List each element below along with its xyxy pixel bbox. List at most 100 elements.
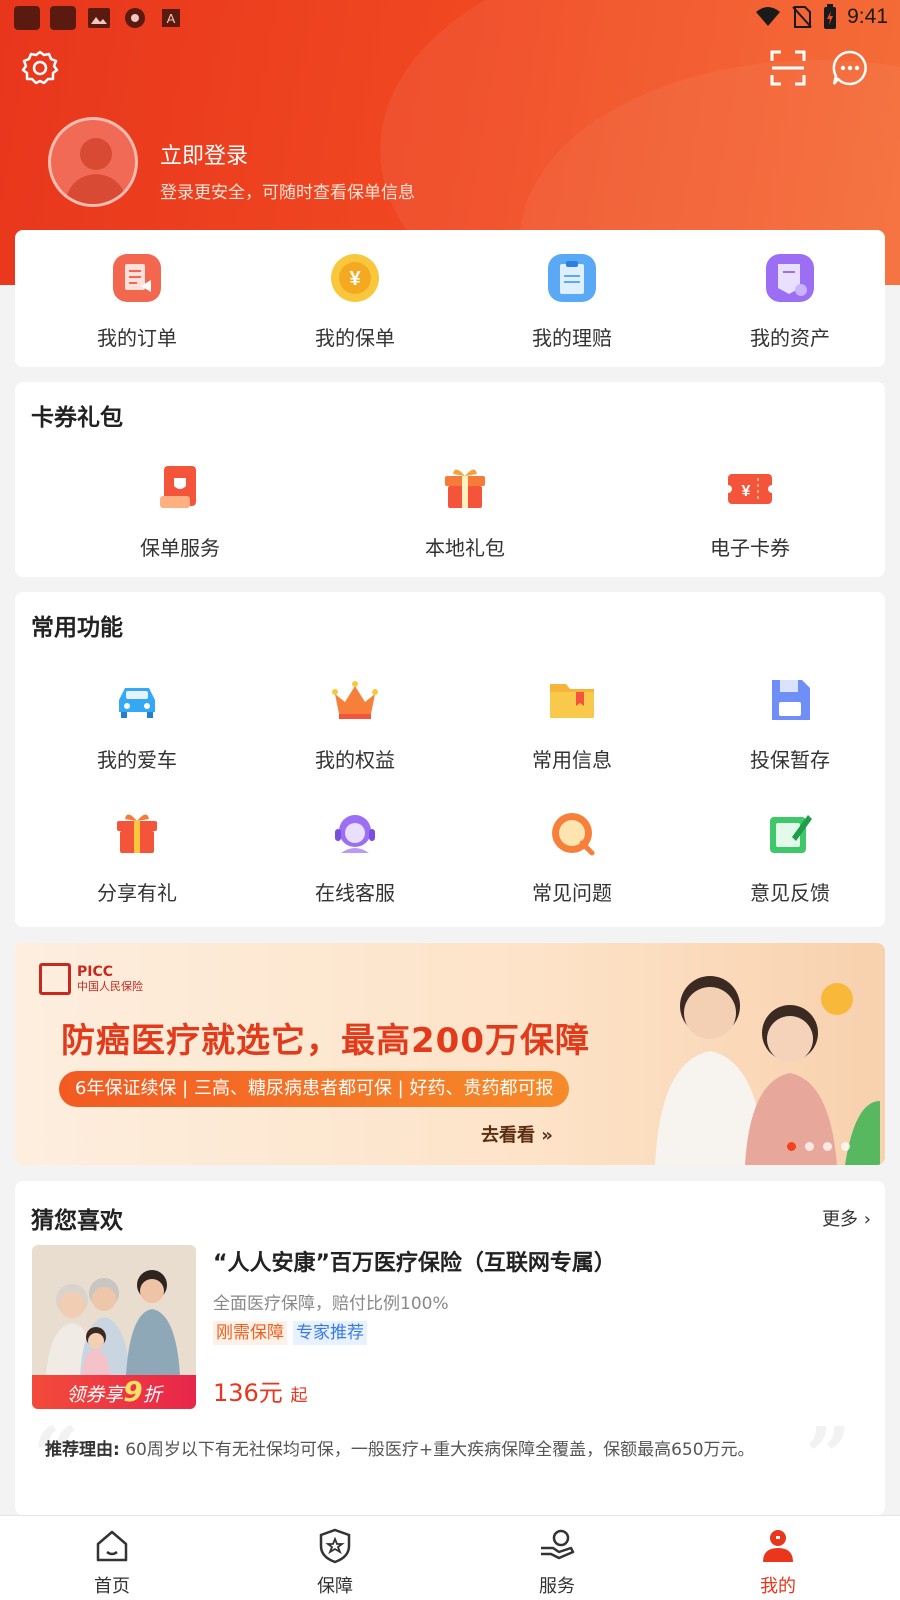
notification-icon: [50, 6, 76, 30]
coupons-card: 卡券礼包 保单服务 本地礼包 ¥ 电子卡券: [15, 382, 885, 577]
text-icon: A: [158, 6, 184, 30]
function-item-label: 我的爱车: [97, 748, 177, 772]
asset-icon: [766, 254, 814, 302]
product-tag: 专家推荐: [293, 1321, 367, 1345]
svg-text:A: A: [167, 11, 176, 26]
battery-icon: [824, 4, 837, 29]
function-item-faq[interactable]: 常见问题: [482, 807, 662, 906]
tab-service[interactable]: 服务: [497, 1526, 617, 1598]
status-bar: A 9:41: [0, 0, 900, 36]
coupon-badge: 领券享9折: [32, 1375, 196, 1409]
functions-card: 常用功能 我的爱车 我的权益 常用信息 投保暂存 分享有礼 在线客服 常见问题 …: [15, 592, 885, 927]
tab-label: 我的: [760, 1576, 796, 1597]
feedback-icon: [770, 815, 812, 853]
quick-item-label: 我的保单: [315, 326, 395, 350]
policy-coin-icon: ¥: [331, 254, 379, 302]
quick-item-orders[interactable]: 我的订单: [47, 252, 227, 351]
picc-logo: PICC 中国人民保险: [39, 963, 143, 995]
product-description: 全面医疗保障，赔付比例100%: [213, 1294, 449, 1314]
scan-icon[interactable]: [768, 48, 808, 88]
svg-text:¥: ¥: [349, 268, 361, 290]
banner-people-image: [655, 976, 880, 1165]
coupon-item-label: 电子卡券: [710, 536, 790, 560]
recommend-card: 猜您喜欢 更多 › 领券享9折 “人人安康”百万医疗保险（互联网专属） 全面医疗…: [15, 1181, 885, 1515]
settings-gear-icon[interactable]: [20, 48, 60, 88]
function-item-label: 投保暂存: [750, 748, 830, 772]
message-icon[interactable]: [830, 48, 870, 88]
recommend-reason: 推荐理由: 60周岁以下有无社保均可保，一般医疗+重大疾病保障全覆盖，保额最高6…: [45, 1440, 755, 1460]
login-subtitle: 登录更安全，可随时查看保单信息: [160, 183, 415, 203]
claim-icon: [548, 254, 596, 302]
quick-item-claims[interactable]: 我的理赔: [482, 252, 662, 351]
function-item-label: 常用信息: [532, 748, 612, 772]
function-item-common-info[interactable]: 常用信息: [482, 674, 662, 773]
more-link[interactable]: 更多 ›: [822, 1205, 871, 1231]
coupon-item-label: 本地礼包: [425, 536, 505, 560]
function-item-label: 常见问题: [532, 881, 612, 905]
quick-item-assets[interactable]: 我的资产: [700, 252, 880, 351]
faq-icon: [552, 813, 595, 856]
function-item-my-car[interactable]: 我的爱车: [47, 674, 227, 773]
function-item-feedback[interactable]: 意见反馈: [700, 807, 880, 906]
function-item-my-rights[interactable]: 我的权益: [265, 674, 445, 773]
function-item-draft[interactable]: 投保暂存: [700, 674, 880, 773]
customer-service-icon: [335, 815, 375, 853]
tab-label: 保障: [317, 1576, 353, 1597]
product-image[interactable]: 领券享9折: [32, 1245, 196, 1409]
avatar[interactable]: [48, 117, 138, 207]
status-time: 9:41: [847, 5, 888, 28]
function-item-share-gift[interactable]: 分享有礼: [47, 807, 227, 906]
service-hand-icon: [541, 1529, 575, 1560]
coupons-title: 卡券礼包: [31, 405, 123, 431]
car-icon: [119, 688, 155, 718]
e-coupon-icon: ¥: [724, 474, 776, 504]
tab-label: 服务: [539, 1576, 575, 1597]
shield-star-icon: [319, 1528, 351, 1564]
coupon-item-policy-service[interactable]: 保单服务: [90, 462, 270, 561]
product-title[interactable]: “人人安康”百万医疗保险（互联网专属）: [213, 1245, 616, 1277]
promo-banner[interactable]: PICC 中国人民保险 防癌医疗就选它，最高200万保障 6年保证续保 | 三高…: [15, 943, 885, 1165]
notification-icon: [14, 6, 40, 30]
function-item-label: 我的权益: [315, 748, 395, 772]
banner-cta[interactable]: 去看看 »: [481, 1121, 553, 1147]
gift-icon: [117, 814, 157, 853]
coupon-item-local-gift[interactable]: 本地礼包: [375, 462, 555, 561]
quick-item-policies[interactable]: ¥ 我的保单: [265, 252, 445, 351]
tab-mine[interactable]: 我的: [718, 1526, 838, 1598]
function-item-label: 意见反馈: [750, 881, 830, 905]
tab-label: 首页: [94, 1576, 130, 1597]
wifi-icon: [756, 7, 781, 26]
user-icon: [763, 1530, 793, 1562]
functions-title: 常用功能: [31, 615, 123, 641]
quick-item-label: 我的资产: [750, 326, 830, 350]
function-item-label: 在线客服: [315, 881, 395, 905]
coupon-item-e-coupon[interactable]: ¥ 电子卡券: [660, 462, 840, 561]
tab-protection[interactable]: 保障: [275, 1526, 395, 1598]
chevron-right-icon: ›: [863, 1209, 871, 1230]
function-item-online-service[interactable]: 在线客服: [265, 807, 445, 906]
gallery-icon: [86, 6, 112, 30]
product-tag: 刚需保障: [213, 1321, 287, 1345]
quick-item-label: 我的订单: [97, 326, 177, 350]
banner-headline: 防癌医疗就选它，最高200万保障: [61, 1021, 590, 1061]
no-sim-icon: [792, 6, 812, 28]
function-item-label: 分享有礼: [97, 881, 177, 905]
bottom-tab-bar: 首页 保障 服务 我的: [0, 1515, 900, 1600]
crown-icon: [332, 681, 378, 719]
home-icon: [96, 1530, 128, 1562]
aperture-icon: [122, 6, 148, 30]
policy-service-icon: [160, 466, 196, 508]
login-title[interactable]: 立即登录: [160, 138, 248, 170]
quick-menu-card: 我的订单 ¥ 我的保单 我的理赔 我的资产: [15, 230, 885, 367]
banner-pagination: [787, 1142, 850, 1151]
svg-text:¥: ¥: [742, 483, 751, 500]
quick-item-label: 我的理赔: [532, 326, 612, 350]
save-icon: [772, 680, 810, 720]
coupon-item-label: 保单服务: [140, 536, 220, 560]
product-price: 136元 起: [213, 1379, 308, 1407]
banner-subline: 6年保证续保 | 三高、糖尿病患者都可保 | 好药、贵药都可报: [59, 1071, 570, 1107]
folder-icon: [550, 684, 594, 718]
recommend-title: 猜您喜欢: [31, 1208, 123, 1234]
order-icon: [113, 254, 161, 302]
tab-home[interactable]: 首页: [52, 1526, 172, 1598]
